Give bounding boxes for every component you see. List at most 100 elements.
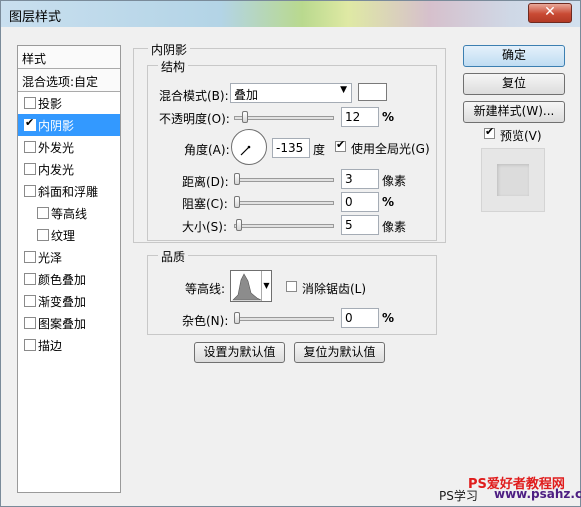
- anti-alias-label: 消除锯齿(L): [302, 282, 367, 296]
- style-checkbox[interactable]: [24, 141, 36, 153]
- style-item[interactable]: 颜色叠加: [18, 268, 120, 290]
- style-item[interactable]: ✔ 内阴影: [18, 114, 120, 136]
- blending-options-item[interactable]: 混合选项:自定: [18, 69, 120, 92]
- preview-checkbox[interactable]: ✔: [484, 125, 495, 139]
- title-bar[interactable]: 图层样式 ✕: [1, 1, 580, 27]
- style-item-label: 渐变叠加: [38, 295, 87, 309]
- style-checkbox[interactable]: [24, 295, 36, 307]
- size-input[interactable]: 5: [341, 215, 379, 235]
- style-item-label: 投影: [38, 97, 63, 111]
- opacity-slider-thumb[interactable]: [242, 111, 248, 123]
- style-item-label: 颜色叠加: [38, 273, 87, 287]
- distance-label: 距离(D):: [182, 175, 229, 189]
- contour-picker[interactable]: ▼: [230, 270, 272, 302]
- preview-label: 预览(V): [500, 129, 542, 143]
- contour-label: 等高线:: [185, 282, 226, 296]
- style-item-label: 图案叠加: [38, 317, 87, 331]
- style-checkbox[interactable]: [24, 251, 36, 263]
- style-item-label: 外发光: [38, 141, 75, 155]
- blend-mode-select[interactable]: 叠加 ▼: [230, 83, 352, 103]
- choke-slider-thumb[interactable]: [234, 196, 240, 208]
- style-item[interactable]: 描边: [18, 334, 120, 356]
- ok-button[interactable]: 确定: [463, 45, 565, 67]
- checkmark-icon: ✔: [336, 138, 346, 151]
- style-item[interactable]: 纹理: [18, 224, 120, 246]
- style-checkbox[interactable]: [24, 317, 36, 329]
- opacity-label: 不透明度(O):: [159, 112, 230, 126]
- style-checkbox[interactable]: [24, 273, 36, 285]
- style-checkbox[interactable]: [37, 207, 49, 219]
- size-label: 大小(S):: [182, 220, 228, 234]
- style-item-label: 内阴影: [38, 119, 75, 133]
- distance-unit: 像素: [382, 174, 407, 188]
- angle-dial[interactable]: [231, 129, 267, 165]
- close-button[interactable]: ✕: [528, 3, 572, 23]
- style-checkbox[interactable]: [24, 97, 36, 109]
- distance-slider-thumb[interactable]: [234, 173, 240, 185]
- distance-slider-track[interactable]: [234, 178, 334, 182]
- angle-unit: 度: [313, 143, 326, 157]
- distance-input[interactable]: 3: [341, 169, 379, 189]
- styles-header-label: 样式: [22, 52, 47, 66]
- blend-mode-label: 混合模式(B):: [159, 89, 229, 103]
- checkmark-icon: ✔: [485, 125, 495, 138]
- style-checkbox[interactable]: [37, 229, 49, 241]
- noise-slider-track[interactable]: [234, 317, 334, 321]
- styles-header[interactable]: 样式: [18, 46, 120, 69]
- size-slider-track[interactable]: [234, 224, 334, 228]
- contour-dropdown-icon[interactable]: ▼: [261, 271, 271, 301]
- style-item-label: 内发光: [38, 163, 75, 177]
- style-checkbox[interactable]: ✔: [24, 116, 36, 131]
- inner-shadow-title: 内阴影: [148, 41, 191, 58]
- choke-input[interactable]: 0: [341, 192, 379, 212]
- style-checkbox[interactable]: [24, 185, 36, 197]
- opacity-unit: %: [382, 110, 395, 124]
- styles-list: 样式 混合选项:自定 投影 ✔ 内阴影 外发光 内发光 斜面和浮雕 等高线 纹理 光泽 颜色叠加渐…: [17, 45, 121, 493]
- noise-input[interactable]: 0: [341, 308, 379, 328]
- preview-swatch: [497, 164, 529, 196]
- reset-button[interactable]: 复位: [463, 73, 565, 95]
- choke-unit: %: [382, 195, 395, 209]
- new-style-button[interactable]: 新建样式(W)...: [463, 101, 565, 123]
- style-item-label: 斜面和浮雕: [38, 185, 99, 199]
- style-checkbox[interactable]: [24, 163, 36, 175]
- style-item[interactable]: 等高线: [18, 202, 120, 224]
- style-checkbox[interactable]: [24, 339, 36, 351]
- global-light-label: 使用全局光(G): [351, 142, 430, 156]
- structure-title: 结构: [158, 58, 189, 75]
- chevron-down-icon: ▼: [340, 85, 347, 95]
- global-light-checkbox[interactable]: ✔: [335, 138, 346, 152]
- style-item-label: 描边: [38, 339, 63, 353]
- style-item[interactable]: 图案叠加: [18, 312, 120, 334]
- style-item-label: 纹理: [51, 229, 76, 243]
- window-title: 图层样式: [9, 10, 62, 25]
- style-item-label: 等高线: [51, 207, 88, 221]
- opacity-input[interactable]: 12: [341, 107, 379, 127]
- blending-options-label: 混合选项:自定: [22, 75, 99, 89]
- size-slider-thumb[interactable]: [236, 219, 242, 231]
- choke-label: 阻塞(C):: [182, 197, 228, 211]
- anti-alias-checkbox[interactable]: [286, 281, 297, 292]
- choke-slider-track[interactable]: [234, 201, 334, 205]
- preview-thumbnail: [481, 148, 545, 212]
- style-item[interactable]: 外发光: [18, 136, 120, 158]
- close-icon: ✕: [544, 4, 556, 20]
- watermark-line3: www.psahz.com: [494, 487, 581, 501]
- shadow-color-swatch[interactable]: [358, 83, 387, 101]
- style-item[interactable]: 光泽: [18, 246, 120, 268]
- size-unit: 像素: [382, 220, 407, 234]
- style-item-label: 光泽: [38, 251, 63, 265]
- reset-default-button[interactable]: 复位为默认值: [294, 342, 385, 363]
- layer-style-dialog: 图层样式 ✕ 样式 混合选项:自定 投影 ✔ 内阴影 外发光 内发光 斜面和浮雕 等高线 纹理…: [0, 0, 581, 507]
- style-item[interactable]: 斜面和浮雕: [18, 180, 120, 202]
- noise-slider-thumb[interactable]: [234, 312, 240, 324]
- style-item[interactable]: 渐变叠加: [18, 290, 120, 312]
- set-default-button[interactable]: 设置为默认值: [194, 342, 285, 363]
- style-item[interactable]: 投影: [18, 92, 120, 114]
- checkmark-icon: ✔: [25, 116, 35, 129]
- quality-title: 品质: [158, 248, 189, 265]
- angle-input[interactable]: -135: [272, 138, 310, 158]
- style-item[interactable]: 内发光: [18, 158, 120, 180]
- blend-mode-value: 叠加: [234, 88, 259, 102]
- opacity-slider-track[interactable]: [234, 116, 334, 120]
